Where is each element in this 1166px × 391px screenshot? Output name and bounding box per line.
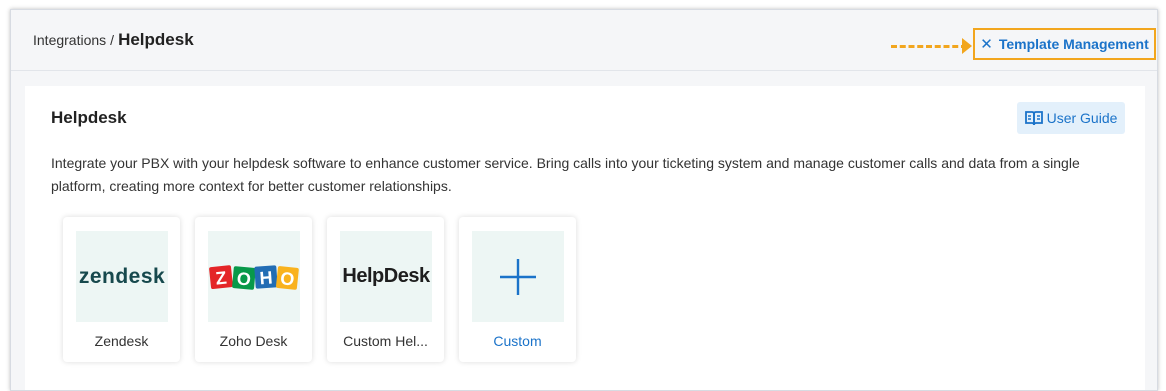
tools-icon: ✕ — [980, 36, 993, 53]
helpdesk-logo: HelpDesk — [340, 231, 432, 322]
book-icon — [1024, 110, 1043, 126]
zoho-letter-z: Z — [215, 267, 228, 288]
zoho-letter-o2: O — [279, 268, 295, 289]
top-bar: Integrations / Helpdesk ✕ Template Managem… — [11, 10, 1157, 71]
section-description: Integrate your PBX with your helpdesk so… — [51, 155, 1080, 194]
breadcrumb-parent[interactable]: Integrations — [33, 32, 106, 48]
helpdesk-logo-text: HelpDesk — [342, 265, 430, 287]
integration-name: Zoho Desk — [219, 333, 288, 349]
breadcrumb: Integrations / Helpdesk — [33, 30, 194, 50]
integration-tile-zendesk[interactable]: zendesk Zendesk — [63, 217, 180, 362]
integration-tile-custom[interactable]: Custom — [459, 217, 576, 362]
integration-name: Custom — [493, 333, 542, 349]
zoho-letter-o1: O — [236, 268, 252, 289]
breadcrumb-current: Helpdesk — [118, 30, 194, 49]
integration-list: zendesk Zendesk Z O H O Zoho Desk HelpDe… — [63, 217, 576, 362]
zoho-letter-h: H — [259, 267, 273, 288]
user-guide-button[interactable]: User Guide — [1017, 102, 1125, 134]
integration-name: Custom Hel... — [343, 333, 428, 349]
integration-tile-zoho-desk[interactable]: Z O H O Zoho Desk — [195, 217, 312, 362]
zendesk-logo-text: zendesk — [78, 264, 166, 288]
breadcrumb-separator: / — [110, 32, 115, 48]
helpdesk-card: Helpdesk User Guide Integrate your PBX w… — [25, 86, 1145, 390]
custom-logo — [472, 231, 564, 322]
callout-arrow-line — [891, 45, 967, 48]
template-management-button[interactable]: ✕ Template Management — [973, 28, 1156, 60]
section-title: Helpdesk — [51, 108, 127, 127]
page-frame: Integrations / Helpdesk ✕ Template Managem… — [10, 9, 1158, 391]
callout-arrow-head — [962, 38, 972, 54]
zoho-logo-graphic: Z O H O — [209, 264, 299, 290]
template-management-label: Template Management — [998, 36, 1149, 52]
plus-icon — [500, 258, 536, 295]
integration-tile-custom-helpdesk[interactable]: HelpDesk Custom Hel... — [327, 217, 444, 362]
integration-name: Zendesk — [94, 333, 149, 349]
zendesk-logo: zendesk — [76, 231, 168, 322]
user-guide-label: User Guide — [1046, 110, 1118, 126]
zoho-logo: Z O H O — [208, 231, 300, 322]
